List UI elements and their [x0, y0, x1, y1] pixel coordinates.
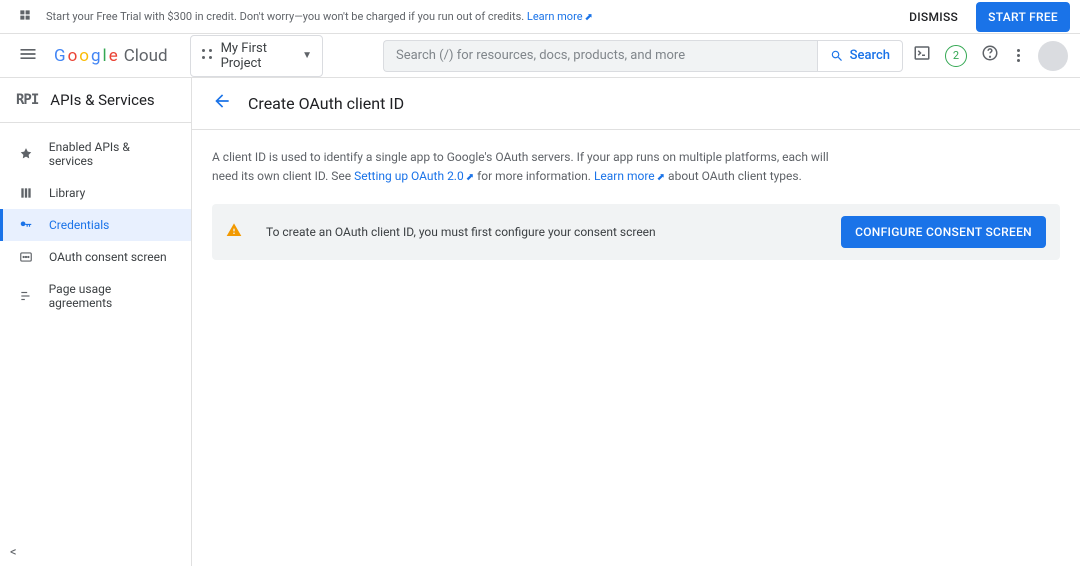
sidebar-item-enabled-apis[interactable]: Enabled APIs & services	[0, 131, 191, 177]
project-icon	[201, 48, 213, 63]
back-arrow-icon[interactable]	[212, 91, 232, 116]
trial-message: Start your Free Trial with $300 in credi…	[46, 10, 527, 23]
enabled-apis-icon	[19, 147, 35, 161]
google-cloud-logo[interactable]: Google Cloud	[54, 46, 168, 66]
gift-icon	[18, 8, 32, 26]
external-link-icon: ⬈	[466, 172, 474, 183]
sidebar-item-library[interactable]: Library	[0, 177, 191, 209]
search-button[interactable]: Search	[817, 40, 903, 72]
header-icons: 2	[913, 41, 1068, 71]
more-options-icon[interactable]	[1013, 45, 1024, 66]
search-icon	[830, 49, 844, 63]
sidebar: RPI APIs & Services Enabled APIs & servi…	[0, 78, 192, 566]
sidebar-item-label: Credentials	[49, 218, 109, 232]
desc-part2: for more information.	[477, 169, 594, 183]
help-icon[interactable]	[981, 44, 999, 67]
hamburger-menu-icon[interactable]	[12, 38, 44, 74]
alert-box: To create an OAuth client ID, you must f…	[212, 204, 1060, 260]
avatar[interactable]	[1038, 41, 1068, 71]
key-icon	[19, 218, 35, 232]
trial-banner-left: Start your Free Trial with $300 in credi…	[18, 8, 593, 26]
content-body: A client ID is used to identify a single…	[192, 130, 1080, 278]
sidebar-item-credentials[interactable]: Credentials	[0, 209, 191, 241]
desc-part3: about OAuth client types.	[668, 169, 802, 183]
setting-up-oauth-link[interactable]: Setting up OAuth 2.0⬈	[354, 169, 474, 183]
collapse-sidebar-icon[interactable]: <	[10, 545, 17, 560]
header-bar: Google Cloud My First Project ▼ Search 2	[0, 34, 1080, 78]
sidebar-header[interactable]: RPI APIs & Services	[0, 78, 191, 123]
logo-cloud-label: Cloud	[124, 46, 168, 66]
trial-learn-more-link[interactable]: Learn more⬈	[527, 10, 593, 23]
consent-icon	[19, 250, 35, 264]
search-input[interactable]	[383, 40, 817, 72]
content-header: Create OAuth client ID	[192, 78, 1080, 130]
sidebar-item-consent-screen[interactable]: OAuth consent screen	[0, 241, 191, 273]
alert-left: To create an OAuth client ID, you must f…	[226, 222, 656, 242]
notification-badge[interactable]: 2	[945, 45, 967, 67]
project-selector[interactable]: My First Project ▼	[190, 35, 323, 77]
search-button-label: Search	[850, 48, 890, 63]
sidebar-item-label: Enabled APIs & services	[49, 140, 175, 168]
api-logo-icon: RPI	[16, 92, 38, 108]
main-layout: RPI APIs & Services Enabled APIs & servi…	[0, 78, 1080, 566]
trial-banner: Start your Free Trial with $300 in credi…	[0, 0, 1080, 34]
sidebar-item-label: Library	[49, 186, 85, 200]
sidebar-nav: Enabled APIs & services Library Credenti…	[0, 123, 191, 319]
shell-icon[interactable]	[913, 44, 931, 67]
content-area: Create OAuth client ID A client ID is us…	[192, 78, 1080, 566]
external-link-icon: ⬈	[585, 12, 593, 23]
learn-more-link[interactable]: Learn more⬈	[594, 169, 665, 183]
trial-text: Start your Free Trial with $300 in credi…	[46, 10, 593, 23]
sidebar-item-label: OAuth consent screen	[49, 250, 167, 264]
external-link-icon: ⬈	[657, 172, 665, 183]
trial-banner-right: DISMISS START FREE	[909, 2, 1070, 32]
alert-text: To create an OAuth client ID, you must f…	[266, 225, 656, 239]
sidebar-item-label: Page usage agreements	[49, 282, 175, 310]
page-title: Create OAuth client ID	[248, 94, 404, 113]
sidebar-title: APIs & Services	[50, 91, 154, 109]
dismiss-button[interactable]: DISMISS	[909, 10, 958, 24]
project-name-label: My First Project	[221, 41, 295, 71]
agreements-icon	[19, 289, 35, 303]
chevron-down-icon: ▼	[302, 50, 312, 61]
search-wrap: Search	[383, 40, 903, 72]
library-icon	[19, 186, 35, 200]
start-free-button[interactable]: START FREE	[976, 2, 1070, 32]
warning-icon	[226, 222, 242, 242]
description-text: A client ID is used to identify a single…	[212, 148, 852, 186]
sidebar-item-page-usage[interactable]: Page usage agreements	[0, 273, 191, 319]
configure-consent-screen-button[interactable]: CONFIGURE CONSENT SCREEN	[841, 216, 1046, 248]
